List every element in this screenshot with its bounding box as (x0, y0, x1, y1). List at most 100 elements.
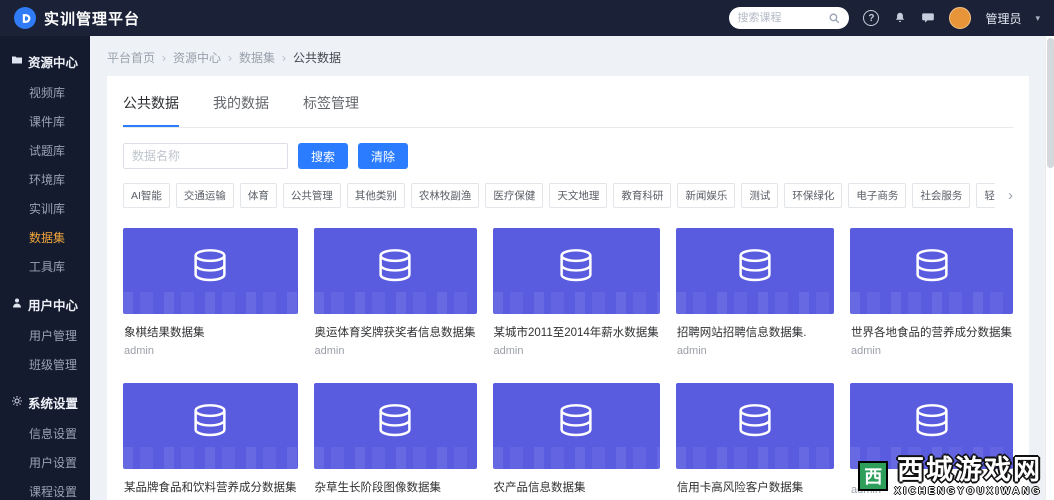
dataset-card[interactable]: 奥运体育奖牌获奖者信息数据集 admin (313, 228, 477, 357)
breadcrumb-resources[interactable]: 资源中心 (155, 49, 221, 66)
tag-item[interactable]: 医疗保健 (485, 183, 544, 208)
search-button[interactable]: 搜索 (298, 143, 349, 169)
chevron-down-icon[interactable]: ▾ (1035, 13, 1040, 24)
dataset-banner (492, 228, 660, 314)
help-icon[interactable]: ? (863, 10, 880, 26)
gear-icon (11, 395, 23, 410)
dataset-author: admin (124, 345, 154, 357)
sidebar-item-user-settings[interactable]: 用户设置 (0, 448, 90, 477)
sidebar-item-training-library[interactable]: 实训库 (0, 194, 90, 223)
user-icon (11, 297, 23, 312)
top-bar: 实训管理平台 ? 管理员 ▾ (0, 0, 1054, 36)
tag-item[interactable]: 轻工食品 (976, 183, 995, 208)
header-search[interactable] (729, 7, 850, 29)
tag-item[interactable]: 体育 (239, 183, 277, 208)
app-title: 实训管理平台 (44, 10, 141, 28)
dataset-title: 世界各地食品的营养成分数据集 (851, 327, 1012, 339)
dataset-card[interactable]: 某品牌食品和饮料营养成分数据集 admin (123, 383, 298, 500)
header-search-input[interactable] (737, 12, 829, 24)
breadcrumb-dataset[interactable]: 数据集 (221, 49, 275, 66)
database-icon (553, 247, 599, 296)
dataset-title: 象棋结果数据集 (124, 327, 205, 339)
tab-my-data[interactable]: 我的数据 (213, 93, 269, 127)
dataset-banner (123, 383, 298, 469)
database-icon (187, 402, 233, 451)
scrollbar[interactable] (1045, 36, 1054, 500)
sidebar-item-tool-library[interactable]: 工具库 (0, 252, 90, 281)
breadcrumb: 平台首页 资源中心 数据集 公共数据 (90, 36, 1045, 66)
database-icon (732, 247, 778, 296)
dataset-card[interactable]: 世界各地食品的营养成分数据集 admin (850, 228, 1013, 357)
dataset-card[interactable]: 某城市2011至2014年薪水数据集 admin (492, 228, 660, 357)
tab-public-data[interactable]: 公共数据 (123, 93, 179, 127)
dataset-author: admin (493, 345, 524, 357)
tag-item[interactable]: 公共管理 (282, 183, 341, 208)
tag-item[interactable]: AI智能 (123, 183, 170, 208)
user-name[interactable]: 管理员 (985, 10, 1021, 27)
dataset-title: 某品牌食品和饮料营养成分数据集 (124, 482, 297, 494)
app-logo-icon (14, 7, 36, 29)
dataset-banner (492, 383, 660, 469)
tag-list: AI智能 交通运输 体育 公共管理 其他类别 农林牧副渔 医疗保健 天文地理 教… (123, 183, 995, 208)
dataset-author: admin (851, 484, 881, 496)
tag-item[interactable]: 社会服务 (912, 183, 971, 208)
dataset-title: 信用卡高风险客户数据集 (676, 482, 804, 494)
sidebar-item-class-management[interactable]: 班级管理 (0, 350, 90, 379)
sidebar-item-dataset[interactable]: 数据集 (0, 223, 90, 252)
tag-item[interactable]: 天文地理 (549, 183, 608, 208)
tag-item[interactable]: 新闻娱乐 (677, 183, 736, 208)
dataset-card[interactable]: 招聘网站招聘信息数据集. admin (675, 228, 834, 357)
sidebar-item-environment-library[interactable]: 环境库 (0, 165, 90, 194)
dataset-author: admin (314, 345, 345, 357)
dataset-card[interactable]: 杂草生长阶段图像数据集 admin (313, 383, 477, 500)
dataset-banner (313, 228, 477, 314)
database-icon (187, 247, 233, 296)
dataset-card[interactable]: 农产品信息数据集 admin (492, 383, 660, 500)
sidebar-section-resources: 资源中心 视频库 课件库 试题库 环境库 实训库 数据集 工具库 (0, 45, 90, 281)
notification-bell-icon[interactable] (893, 11, 907, 25)
breadcrumb-home[interactable]: 平台首页 (107, 49, 155, 66)
tag-item[interactable]: 交通运输 (175, 183, 234, 208)
user-avatar[interactable] (949, 7, 972, 29)
scrollbar-thumb[interactable] (1047, 38, 1054, 168)
dataset-author: admin (851, 345, 881, 357)
dataset-card[interactable]: admin (850, 383, 1013, 500)
dataset-grid: 象棋结果数据集 admin 奥运体育奖牌获奖者信息数据集 admin 某城市20… (123, 228, 1013, 500)
sidebar: 资源中心 视频库 课件库 试题库 环境库 实训库 数据集 工具库 用户中心 用户… (0, 36, 90, 500)
tab-bar: 公共数据 我的数据 标签管理 (123, 76, 1013, 128)
clear-button[interactable]: 清除 (358, 143, 409, 169)
dataset-title: 招聘网站招聘信息数据集. (676, 327, 807, 339)
sidebar-item-courseware-library[interactable]: 课件库 (0, 107, 90, 136)
tab-tag-management[interactable]: 标签管理 (303, 93, 359, 127)
tag-item[interactable]: 测试 (741, 183, 779, 208)
message-icon[interactable] (921, 11, 935, 25)
sidebar-item-video-library[interactable]: 视频库 (0, 78, 90, 107)
sidebar-section-users-header[interactable]: 用户中心 (0, 288, 90, 321)
dataset-title: 某城市2011至2014年薪水数据集 (493, 327, 659, 339)
sidebar-item-question-bank[interactable]: 试题库 (0, 136, 90, 165)
tag-filter-bar: AI智能 交通运输 体育 公共管理 其他类别 农林牧副渔 医疗保健 天文地理 教… (123, 183, 1013, 208)
sidebar-section-settings: 系统设置 信息设置 用户设置 课程设置 报表管理 日志管理 (0, 386, 90, 500)
tags-next-icon[interactable]: › (995, 187, 1013, 204)
dataset-banner (675, 383, 834, 469)
tag-item[interactable]: 教育科研 (613, 183, 672, 208)
main-content: 平台首页 资源中心 数据集 公共数据 公共数据 我的数据 标签管理 搜索 清除 … (90, 36, 1045, 500)
tag-item[interactable]: 农林牧副渔 (410, 183, 480, 208)
database-icon (553, 402, 599, 451)
sidebar-item-user-management[interactable]: 用户管理 (0, 321, 90, 350)
sidebar-section-resources-header[interactable]: 资源中心 (0, 45, 90, 78)
sidebar-section-settings-header[interactable]: 系统设置 (0, 386, 90, 419)
dataset-card[interactable]: 信用卡高风险客户数据集 admin (675, 383, 834, 500)
dataset-name-input[interactable] (123, 143, 288, 169)
tag-item[interactable]: 环保绿化 (784, 183, 843, 208)
search-icon[interactable] (828, 12, 841, 25)
tag-item[interactable]: 其他类别 (346, 183, 405, 208)
search-toolbar: 搜索 清除 (123, 143, 1013, 169)
dataset-banner (850, 383, 1013, 469)
folder-icon (11, 54, 23, 69)
sidebar-item-info-settings[interactable]: 信息设置 (0, 419, 90, 448)
sidebar-item-course-settings[interactable]: 课程设置 (0, 477, 90, 500)
tag-item[interactable]: 电子商务 (848, 183, 907, 208)
dataset-card[interactable]: 象棋结果数据集 admin (123, 228, 298, 357)
dataset-author: admin (676, 345, 707, 357)
